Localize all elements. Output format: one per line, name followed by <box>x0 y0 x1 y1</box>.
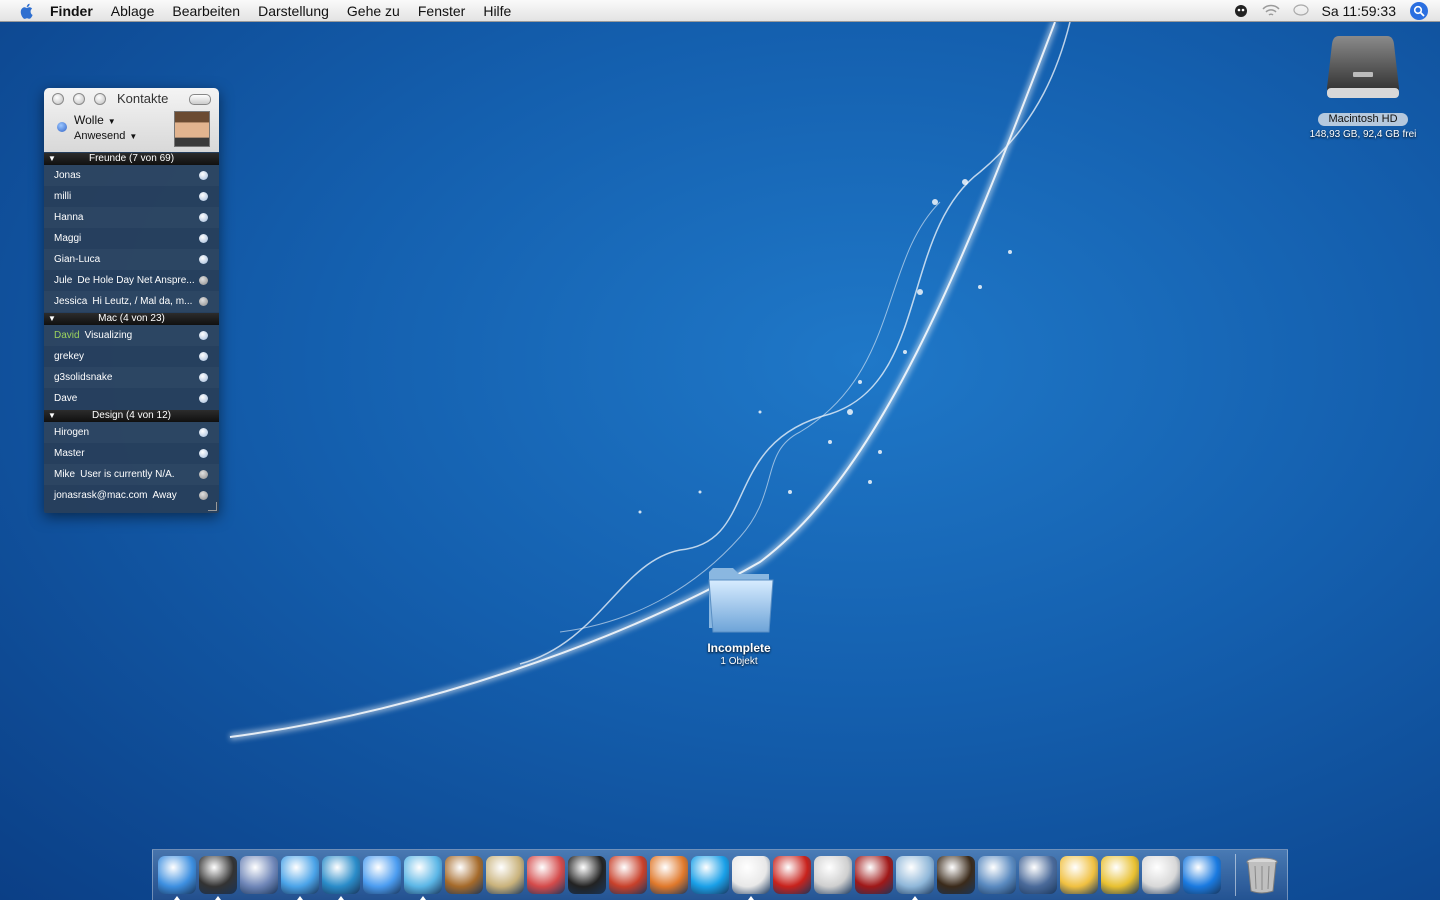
window-title: Kontakte <box>117 91 169 106</box>
menu-fenster[interactable]: Fenster <box>418 3 465 19</box>
menu-clock[interactable]: Sa 11:59:33 <box>1322 3 1396 19</box>
menu-bar: Finder Ablage Bearbeiten Darstellung Geh… <box>0 0 1440 22</box>
menu-gehe-zu[interactable]: Gehe zu <box>347 3 400 19</box>
contact-row[interactable]: Jonas <box>44 165 219 186</box>
menu-bearbeiten[interactable]: Bearbeiten <box>172 3 240 19</box>
avatar[interactable] <box>174 111 210 147</box>
folder-info: 1 Objekt <box>720 656 758 667</box>
wifi-icon[interactable] <box>1261 2 1280 20</box>
running-indicator <box>912 896 918 900</box>
zoom-button[interactable] <box>94 93 106 105</box>
running-indicator <box>297 896 303 900</box>
ink-drop-icon[interactable] <box>568 856 606 894</box>
iphoto-icon[interactable] <box>445 856 483 894</box>
contact-row[interactable]: Hanna <box>44 207 219 228</box>
user-status-menu[interactable]: Anwesend ▼ <box>74 130 137 142</box>
running-indicator <box>338 896 344 900</box>
user-name-menu[interactable]: Wolle ▼ <box>74 113 116 127</box>
contact-row[interactable]: Hirogen <box>44 422 219 443</box>
skype-icon[interactable] <box>691 856 729 894</box>
menu-ablage[interactable]: Ablage <box>111 3 155 19</box>
running-indicator <box>174 896 180 900</box>
quill-icon[interactable] <box>732 856 770 900</box>
contacts-window[interactable]: Kontakte Wolle ▼ Anwesend ▼ ▼ Freunde (7 vo… <box>44 88 219 513</box>
coffee-icon[interactable] <box>1019 856 1057 894</box>
contact-row[interactable]: jonasrask@mac.com Away <box>44 485 219 506</box>
hairdryer-icon[interactable] <box>609 856 647 894</box>
hard-drive-label: Macintosh HD <box>1318 113 1408 126</box>
minimize-button[interactable] <box>73 93 85 105</box>
hard-drive-info: 148,93 GB, 92,4 GB frei <box>1309 129 1417 140</box>
acrobat-icon[interactable] <box>773 856 811 894</box>
close-button[interactable] <box>52 93 64 105</box>
dashboard-icon[interactable] <box>199 856 237 900</box>
status-indicator-icon <box>57 122 67 132</box>
contact-row[interactable]: Jule De Hole Day Net Anspre... <box>44 270 219 291</box>
dock-separator <box>1235 854 1236 896</box>
contacts-titlebar[interactable]: Kontakte Wolle ▼ Anwesend ▼ <box>44 88 219 152</box>
desktop-item-macintosh-hd[interactable]: Macintosh HD 148,93 GB, 92,4 GB frei <box>1306 32 1420 140</box>
fish-icon[interactable] <box>650 856 688 894</box>
group-header-design[interactable]: ▼ Design (4 von 12) <box>44 410 219 422</box>
xcode-icon[interactable] <box>978 856 1016 894</box>
safari-icon[interactable] <box>281 856 319 900</box>
running-indicator <box>420 896 426 900</box>
finder-icon[interactable] <box>158 856 196 900</box>
spotlight-icon[interactable] <box>1410 2 1428 20</box>
transmit-icon[interactable] <box>486 856 524 894</box>
film-icon[interactable] <box>855 856 893 894</box>
robot-icon[interactable] <box>1101 856 1139 894</box>
quicktime-icon[interactable] <box>1183 856 1221 894</box>
trash-icon[interactable] <box>1245 856 1279 894</box>
menu-darstellung[interactable]: Darstellung <box>258 3 329 19</box>
delivery-icon[interactable] <box>1060 856 1098 894</box>
hard-drive-icon[interactable] <box>1325 32 1401 104</box>
adium-menu-icon[interactable] <box>1232 2 1250 20</box>
apple-menu-icon[interactable] <box>18 2 36 20</box>
folder-name: Incomplete <box>707 641 771 655</box>
cssedit-icon[interactable] <box>527 856 565 894</box>
folder-icon[interactable] <box>703 560 775 636</box>
dock <box>152 849 1288 900</box>
ichat-icon[interactable] <box>363 856 401 894</box>
menu-app-finder[interactable]: Finder <box>50 3 93 19</box>
group-header-freunde[interactable]: ▼ Freunde (7 von 69) <box>44 153 219 165</box>
resize-handle[interactable] <box>208 502 217 511</box>
menu-hilfe[interactable]: Hilfe <box>483 3 511 19</box>
running-indicator <box>215 896 221 900</box>
textedit-icon[interactable] <box>1142 856 1180 894</box>
preview-icon[interactable] <box>896 856 934 900</box>
group-header-mac[interactable]: ▼ Mac (4 von 23) <box>44 313 219 325</box>
apple-box-icon[interactable] <box>814 856 852 894</box>
contact-row[interactable]: Gian-Luca <box>44 249 219 270</box>
contact-row[interactable]: Mike User is currently N/A. <box>44 464 219 485</box>
adium-icon[interactable] <box>322 856 360 900</box>
contact-row[interactable]: grekey <box>44 346 219 367</box>
contact-row[interactable]: Master <box>44 443 219 464</box>
contact-row[interactable]: g3solidsnake <box>44 367 219 388</box>
ichat-status-icon[interactable] <box>1292 2 1310 20</box>
contact-row[interactable]: David Visualizing <box>44 325 219 346</box>
itunes-icon[interactable] <box>404 856 442 900</box>
contact-row[interactable]: Maggi <box>44 228 219 249</box>
mail-icon[interactable] <box>240 856 278 894</box>
desktop-item-incomplete-folder[interactable]: Incomplete 1 Objekt <box>696 560 782 667</box>
contact-row[interactable]: Jessica Hi Leutz, / Mal da, m... <box>44 291 219 312</box>
toolbar-toggle-button[interactable] <box>189 94 211 105</box>
contact-row[interactable]: Dave <box>44 388 219 409</box>
firefox-icon[interactable] <box>937 856 975 894</box>
contact-row[interactable]: milli <box>44 186 219 207</box>
running-indicator <box>748 896 754 900</box>
